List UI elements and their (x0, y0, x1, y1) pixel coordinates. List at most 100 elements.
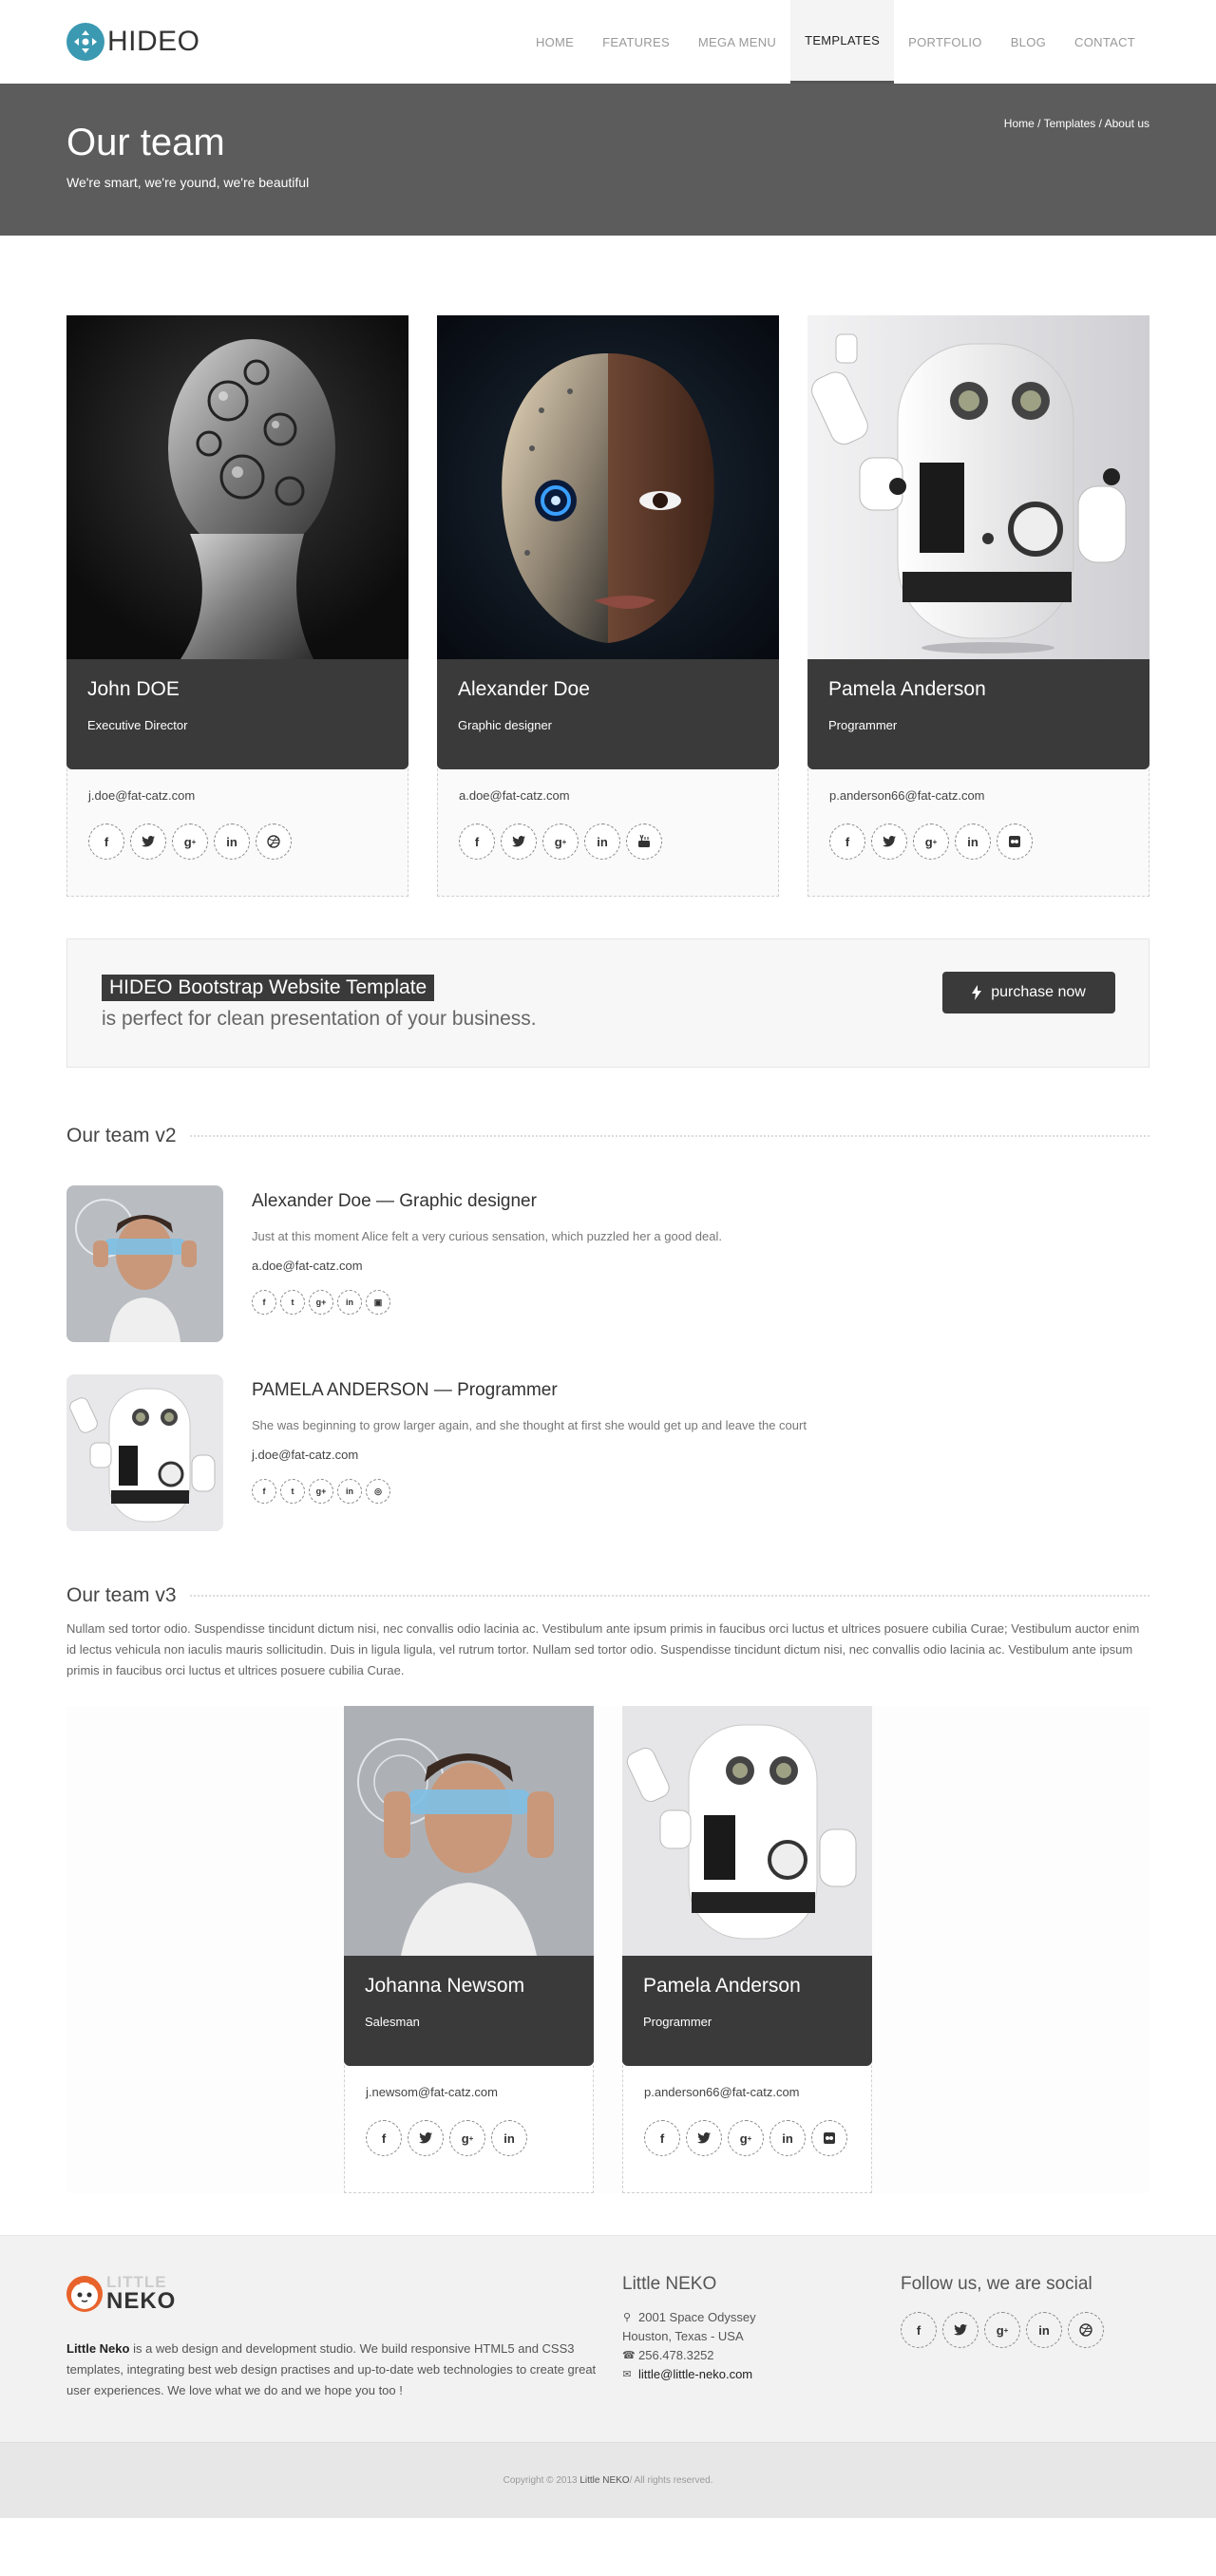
linkedin-icon[interactable]: in (770, 2120, 806, 2156)
facebook-icon[interactable]: f (901, 2312, 937, 2348)
twitter-icon[interactable] (130, 824, 166, 860)
member-role: Graphic designer (458, 718, 552, 732)
google-plus-icon[interactable]: g+ (172, 824, 208, 860)
footer-email[interactable]: little@little-neko.com (638, 2365, 752, 2384)
member-description: Just at this moment Alice felt a very cu… (252, 1229, 722, 1243)
facebook-icon[interactable]: f (252, 1479, 276, 1504)
address-line-2: Houston, Texas - USA (622, 2329, 744, 2343)
youtube-icon[interactable]: ▣ (366, 1290, 390, 1315)
member-contact: p.anderson66@fat-catz.com f g + in (808, 764, 1150, 897)
breadcrumb[interactable]: Home / Templates / About us (1004, 117, 1150, 130)
member-name: Pamela Anderson (643, 1975, 801, 1997)
member-photo (344, 1706, 594, 1956)
facebook-icon[interactable]: f (252, 1290, 276, 1315)
about-brand: Little Neko (66, 2341, 130, 2356)
flickr-icon[interactable] (997, 824, 1033, 860)
social-links: f g + in (901, 2312, 1104, 2348)
nav-home[interactable]: HOME (522, 0, 588, 84)
google-plus-icon[interactable]: g+ (913, 824, 949, 860)
nav-templates[interactable]: TEMPLATES (790, 0, 895, 84)
purchase-button[interactable]: purchase now (942, 972, 1115, 1013)
member-thumbnail (66, 1374, 223, 1531)
twitter-icon[interactable] (942, 2312, 978, 2348)
google-plus-icon[interactable]: g+ (984, 2312, 1020, 2348)
google-plus-icon[interactable]: g+ (449, 2120, 485, 2156)
linkedin-icon[interactable]: in (337, 1479, 362, 1504)
footer-logo[interactable]: LITTLE NEKO (66, 2274, 176, 2313)
member-role: Salesman (365, 2015, 420, 2029)
google-plus-icon[interactable]: g+ (728, 2120, 764, 2156)
copyright-prefix: Copyright © 2013 (503, 2475, 578, 2486)
member-email[interactable]: j.doe@fat-catz.com (88, 788, 387, 803)
member-email[interactable]: j.doe@fat-catz.com (252, 1448, 807, 1462)
phone-number: 256.478.3252 (638, 2348, 714, 2362)
linkedin-icon[interactable]: in (337, 1290, 362, 1315)
member-name-box: John DOE Executive Director (66, 659, 408, 769)
member-description: She was beginning to grow larger again, … (252, 1418, 807, 1432)
google-plus-icon[interactable]: g+ (542, 824, 579, 860)
twitter-icon[interactable]: t (280, 1290, 305, 1315)
nav-mega-menu[interactable]: MEGA MENU (684, 0, 790, 84)
social-links: f t g+ in ◎ (252, 1479, 807, 1504)
member-email[interactable]: j.newsom@fat-catz.com (366, 2085, 572, 2099)
map-marker-icon: ⚲ (622, 2312, 632, 2323)
promo-title: HIDEO Bootstrap Website Template (102, 975, 435, 1001)
linkedin-icon[interactable]: in (584, 824, 620, 860)
logo-text: HIDEO (107, 26, 200, 57)
move-arrows-icon (66, 23, 104, 61)
twitter-icon[interactable] (686, 2120, 722, 2156)
facebook-icon[interactable]: f (459, 824, 495, 860)
linkedin-icon[interactable]: in (214, 824, 250, 860)
flickr-icon[interactable] (811, 2120, 847, 2156)
nav-features[interactable]: FEATURES (588, 0, 684, 84)
copyright-brand[interactable]: Little NEKO (580, 2475, 629, 2486)
section-intro-text: Nullam sed tortor odio. Suspendisse tinc… (66, 1621, 1140, 1677)
google-plus-icon[interactable]: g+ (309, 1290, 333, 1315)
logo-name: NEKO (106, 2288, 177, 2314)
site-footer: LITTLE NEKO Little Neko is a web design … (0, 2235, 1216, 2442)
dribbble-icon[interactable] (256, 824, 292, 860)
logo[interactable]: HIDEO (66, 23, 200, 61)
linkedin-icon[interactable]: in (955, 824, 991, 860)
member-email[interactable]: p.anderson66@fat-catz.com (644, 2085, 850, 2099)
envelope-icon: ✉ (622, 2369, 632, 2380)
team-card: John DOE Executive Director j.doe@fat-ca… (66, 315, 408, 897)
google-plus-icon[interactable]: g+ (309, 1479, 333, 1504)
dribbble-icon[interactable] (1068, 2312, 1104, 2348)
footer-contact-heading: Little NEKO (622, 2274, 717, 2294)
address-line-1: 2001 Space Odyssey (638, 2310, 756, 2324)
footer-about: Little Neko is a web design and developm… (66, 2339, 598, 2401)
main-nav: HOME FEATURES MEGA MENU TEMPLATES PORTFO… (522, 0, 1150, 84)
member-email[interactable]: p.anderson66@fat-catz.com (829, 788, 1128, 803)
member-photo (622, 1706, 872, 1956)
social-links: f t g+ in ▣ (252, 1290, 722, 1315)
nav-portfolio[interactable]: PORTFOLIO (894, 0, 997, 84)
twitter-icon[interactable] (408, 2120, 444, 2156)
nav-blog[interactable]: BLOG (997, 0, 1060, 84)
member-email[interactable]: a.doe@fat-catz.com (252, 1259, 722, 1273)
purchase-button-label: purchase now (991, 984, 1086, 1000)
team-v3-cards-area: Johanna Newsom Salesman j.newsom@fat-cat… (66, 1706, 1150, 2193)
team-card: Johanna Newsom Salesman j.newsom@fat-cat… (344, 1706, 594, 2193)
nav-contact[interactable]: CONTACT (1060, 0, 1150, 84)
member-contact: j.newsom@fat-catz.com f g + in (344, 2060, 594, 2193)
page-title-bar: Our team We're smart, we're yound, we're… (0, 84, 1216, 236)
facebook-icon[interactable]: f (88, 824, 124, 860)
youtube-icon[interactable] (626, 824, 662, 860)
member-email[interactable]: a.doe@fat-catz.com (459, 788, 757, 803)
dribbble-icon[interactable]: ◎ (366, 1479, 390, 1504)
linkedin-icon[interactable]: in (1026, 2312, 1062, 2348)
linkedin-icon[interactable]: in (491, 2120, 527, 2156)
bolt-icon (972, 985, 982, 1000)
facebook-icon[interactable]: f (644, 2120, 680, 2156)
twitter-icon[interactable]: t (280, 1479, 305, 1504)
footer-social-heading: Follow us, we are social (901, 2274, 1092, 2294)
social-links: f g + in (459, 824, 757, 860)
twitter-icon[interactable] (501, 824, 537, 860)
member-name: John DOE (87, 678, 180, 700)
facebook-icon[interactable]: f (829, 824, 865, 860)
facebook-icon[interactable]: f (366, 2120, 402, 2156)
member-contact: a.doe@fat-catz.com f g + in (437, 764, 779, 897)
member-thumbnail (66, 1185, 223, 1342)
twitter-icon[interactable] (871, 824, 907, 860)
